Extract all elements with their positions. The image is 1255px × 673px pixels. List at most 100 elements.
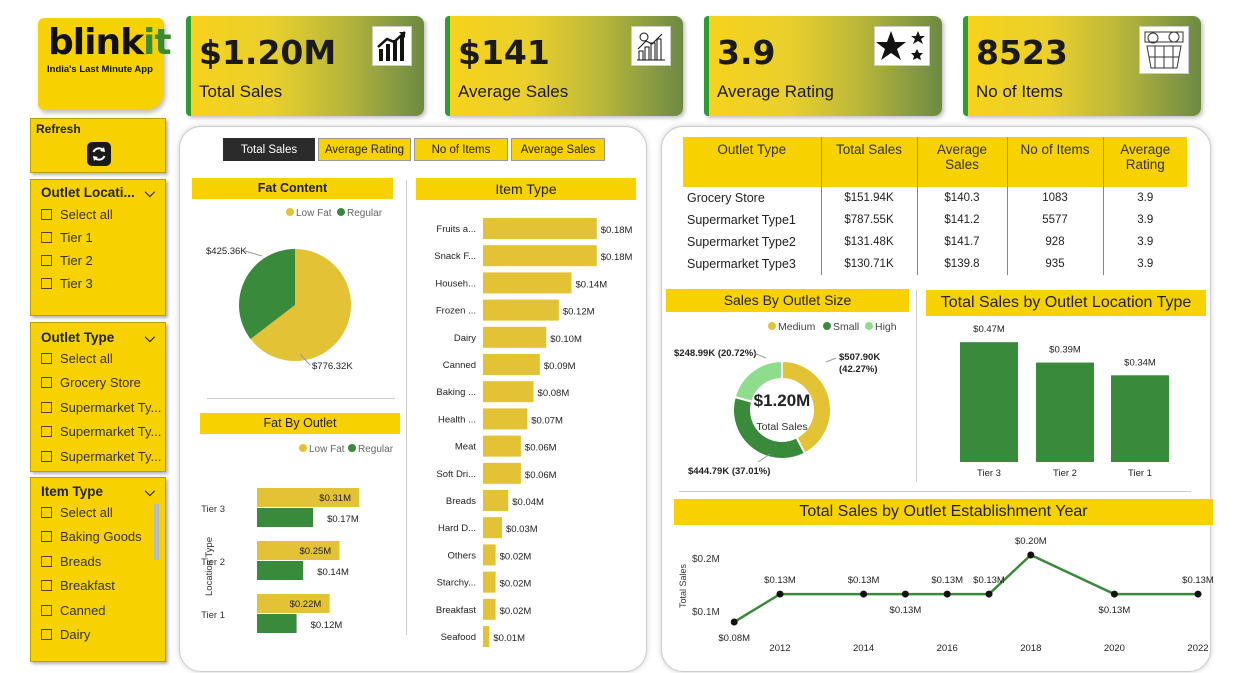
slicer-item-breads[interactable]: Breads <box>31 549 165 574</box>
slicer-item-label: Select all <box>60 207 113 222</box>
data-label: $0.13M <box>1099 605 1131 616</box>
checkbox[interactable] <box>41 580 52 592</box>
data-label: $0.02M <box>500 579 532 590</box>
bar-7 <box>483 408 528 430</box>
tab-no-of-items[interactable]: No of Items <box>414 138 508 161</box>
bar-14 <box>483 598 496 620</box>
checkbox[interactable] <box>41 555 52 567</box>
checkbox[interactable] <box>41 255 52 266</box>
slicer-item-label: Breakfast <box>60 578 115 594</box>
kpi-value: $1.20M <box>199 33 337 72</box>
chevron-down-icon[interactable]: ⌵ <box>145 185 155 201</box>
data-label: $0.10M <box>550 334 582 345</box>
col-header-average-rating[interactable]: Average Rating <box>1103 137 1187 187</box>
bar-11 <box>483 517 502 539</box>
data-label: $0.13M <box>931 575 963 586</box>
tab-average-rating[interactable]: Average Rating <box>318 138 411 161</box>
table-cell: $140.3 <box>917 187 1008 209</box>
slicer-item-baking-goods[interactable]: Baking Goods <box>31 525 165 550</box>
table-cell: 3.9 <box>1137 192 1154 204</box>
col-header-outlet-type[interactable]: Outlet Type <box>683 137 822 187</box>
slicer-scrollbar[interactable] <box>154 504 159 560</box>
table-row: Grocery Store $151.94K $140.3 1083 3.9 <box>683 187 1187 209</box>
slicer-item-canned[interactable]: Canned <box>31 598 165 623</box>
tab-total-sales[interactable]: Total Sales <box>223 138 315 161</box>
checkbox[interactable] <box>41 531 52 543</box>
bar-2 <box>483 272 572 294</box>
slicer-item-supermarket-type2[interactable]: Supermarket Ty... <box>31 420 165 445</box>
y-axis-label: Total Sales <box>678 563 688 608</box>
leader-line <box>244 250 263 257</box>
refresh-icon[interactable] <box>87 142 111 166</box>
col-header-average-sales[interactable]: Average Sales <box>917 137 1008 187</box>
slicer-item-supermarket-type3[interactable]: Supermarket Ty... <box>31 444 165 469</box>
kpi-value: $141 <box>458 33 550 72</box>
kpi-average-rating: 3.9 Average Rating <box>704 16 942 116</box>
brand-name-a: blink <box>48 22 144 63</box>
bar-10 <box>483 490 509 511</box>
table-cell: 3.9 <box>1137 236 1154 248</box>
checkbox[interactable] <box>41 209 52 220</box>
bar-regular <box>257 508 314 527</box>
slicer-item-tier-1[interactable]: Tier 1 <box>31 226 165 249</box>
data-label-regular: $0.12M <box>311 620 343 631</box>
slicer-item-dairy[interactable]: Dairy <box>31 623 165 648</box>
data-point <box>776 590 784 598</box>
slicer-item-select-all[interactable]: Select all <box>31 500 165 525</box>
brand-name-b: it <box>143 22 172 63</box>
grocery-basket-icon <box>1139 26 1189 74</box>
checkbox[interactable] <box>41 352 52 364</box>
bar-4 <box>483 326 547 348</box>
pie-slices <box>239 249 351 361</box>
bar-3 <box>483 299 559 321</box>
outlet-type-slicer: Outlet Type ⌵ Select all Grocery Store Su… <box>30 322 166 472</box>
legend-swatch-medium <box>768 322 776 330</box>
bar-regular <box>257 614 297 633</box>
category-label: Fruits a... <box>436 224 476 235</box>
checkbox[interactable] <box>41 401 52 413</box>
slicer-item-select-all[interactable]: Select all <box>31 203 165 226</box>
slicer-item-tier-2[interactable]: Tier 2 <box>31 249 165 272</box>
establishment-year-line-chart: Total Sales $0.2M $0.1M $0.08M $0.13M $0.1… <box>678 536 1214 654</box>
outlet-type-table: Outlet Type Total Sales Average Sales No… <box>683 137 1187 275</box>
data-label: $0.02M <box>500 606 532 617</box>
category-label: Snack F... <box>434 251 476 262</box>
chevron-down-icon[interactable]: ⌵ <box>145 330 155 346</box>
fat-by-outlet-title: Fat By Outlet <box>200 413 400 434</box>
slicer-item-label: Tier 1 <box>60 230 93 245</box>
slicer-item-supermarket-type1[interactable]: Supermarket Ty... <box>31 395 165 420</box>
chevron-down-icon[interactable]: ⌵ <box>145 484 155 500</box>
data-label: $0.39M <box>1049 345 1081 356</box>
tab-average-sales[interactable]: Average Sales <box>511 138 605 161</box>
slicer-item-label: Select all <box>60 350 113 366</box>
slicer-item-label: Supermarket Ty... <box>60 399 162 415</box>
category-label: Baking ... <box>436 387 476 398</box>
legend-swatch-high <box>865 322 873 330</box>
slicer-item-tier-3[interactable]: Tier 3 <box>31 272 165 295</box>
data-label: $0.01M <box>493 633 525 644</box>
checkbox[interactable] <box>41 604 52 616</box>
checkbox[interactable] <box>41 278 52 289</box>
category-label: Soft Dri... <box>436 469 476 480</box>
checkbox[interactable] <box>41 450 52 462</box>
col-header-total-sales[interactable]: Total Sales <box>821 137 918 187</box>
data-label: $0.06M <box>525 470 557 481</box>
slicer-item-select-all[interactable]: Select all <box>31 346 165 371</box>
checkbox[interactable] <box>41 232 52 243</box>
checkbox[interactable] <box>41 426 52 438</box>
col-header-no-of-items[interactable]: No of Items <box>1007 137 1104 187</box>
kpi-label: Average Sales <box>458 82 569 101</box>
checkbox[interactable] <box>41 506 52 518</box>
legend-low-fat: Low Fat <box>296 208 332 219</box>
checkbox[interactable] <box>41 377 52 389</box>
legend-medium: Medium <box>778 321 816 333</box>
checkbox[interactable] <box>41 629 52 641</box>
data-point <box>1110 590 1118 598</box>
table-cell: 3.9 <box>1137 258 1154 270</box>
analytics-icon <box>631 26 671 66</box>
data-label: $0.13M <box>764 575 796 586</box>
slicer-item-breakfast[interactable]: Breakfast <box>31 574 165 599</box>
data-label-low-fat: $0.22M <box>290 599 322 610</box>
slicer-item-label: Canned <box>60 602 106 618</box>
slicer-item-grocery-store[interactable]: Grocery Store <box>31 371 165 396</box>
